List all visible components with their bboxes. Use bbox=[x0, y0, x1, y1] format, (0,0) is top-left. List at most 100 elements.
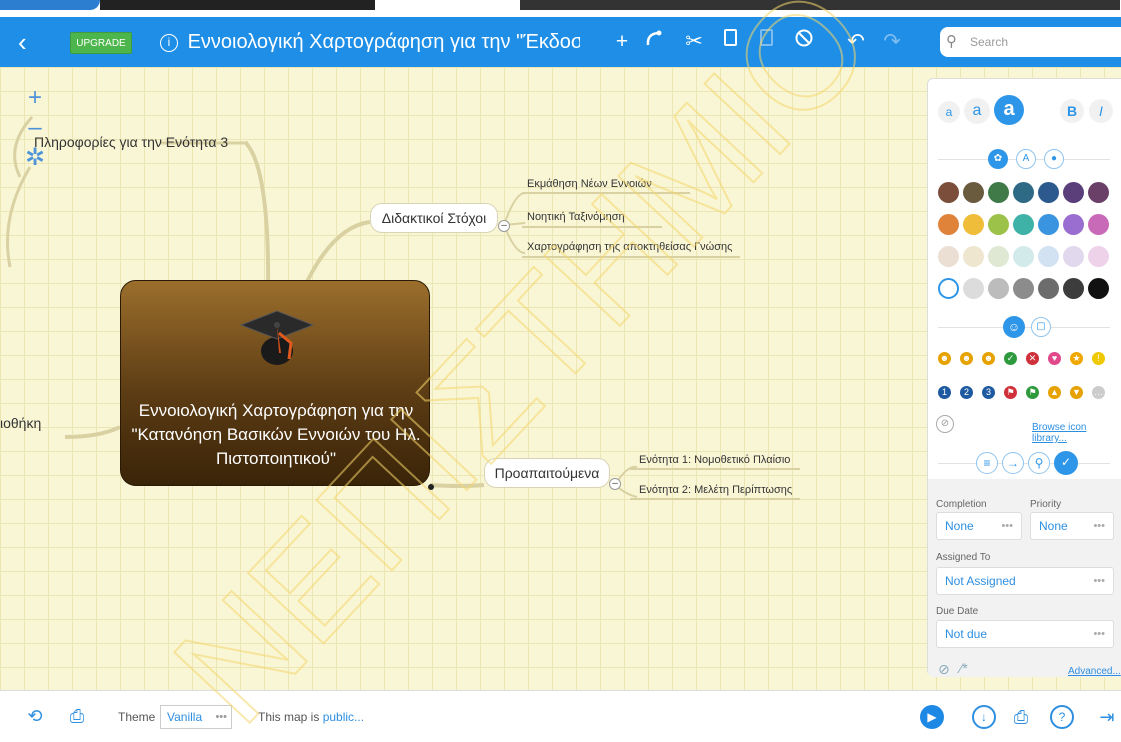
node-goal-3[interactable]: Χαρτογράφηση της αποκτηθείσας Γνώσης bbox=[527, 241, 732, 253]
map-public-link[interactable]: public... bbox=[323, 710, 364, 724]
color-swatch[interactable] bbox=[1013, 214, 1034, 235]
presentation-icon[interactable]: ⎙ bbox=[64, 703, 90, 729]
check-icon[interactable]: ✓ bbox=[1004, 352, 1017, 365]
color-swatch[interactable] bbox=[988, 182, 1009, 203]
clear-task-icon[interactable]: ⊘ bbox=[938, 661, 950, 678]
color-swatch[interactable] bbox=[1038, 182, 1059, 203]
color-swatch[interactable] bbox=[963, 278, 984, 299]
color-swatch[interactable] bbox=[1063, 182, 1084, 203]
color-swatch[interactable] bbox=[1063, 278, 1084, 299]
info-icon[interactable]: i bbox=[160, 34, 178, 52]
connect-icon[interactable] bbox=[640, 28, 668, 56]
emoji-tab-icon[interactable]: ☺ bbox=[1003, 316, 1025, 338]
task-tab-icon[interactable]: ✓ bbox=[1054, 451, 1078, 475]
history-icon[interactable]: ⟲ bbox=[22, 703, 48, 729]
browse-icon-library-link[interactable]: Browse icon library... bbox=[1032, 422, 1121, 444]
notes-tab-icon[interactable]: ≡ bbox=[976, 452, 998, 474]
heart-icon[interactable]: ♥ bbox=[1048, 352, 1061, 365]
color-swatch[interactable] bbox=[1013, 278, 1034, 299]
completion-select[interactable]: None ••• bbox=[936, 512, 1022, 540]
zoom-in-icon[interactable]: + bbox=[20, 83, 50, 113]
paste-icon[interactable] bbox=[753, 28, 781, 56]
number-3-icon[interactable]: 3 bbox=[982, 386, 995, 399]
sad-icon[interactable]: ☻ bbox=[982, 352, 995, 365]
cross-icon[interactable]: ✕ bbox=[1026, 352, 1039, 365]
number-2-icon[interactable]: 2 bbox=[960, 386, 973, 399]
assigned-select[interactable]: Not Assigned ••• bbox=[936, 567, 1114, 595]
color-swatch[interactable] bbox=[1063, 214, 1084, 235]
color-swatch[interactable] bbox=[938, 278, 959, 299]
color-swatch[interactable] bbox=[938, 214, 959, 235]
color-swatch[interactable] bbox=[988, 214, 1009, 235]
color-swatch[interactable] bbox=[1088, 246, 1109, 267]
grin-icon[interactable]: ☻ bbox=[960, 352, 973, 365]
collapse-prereq-button[interactable]: – bbox=[609, 478, 621, 490]
node-prereq-2[interactable]: Ενότητα 2: Μελέτη Περίπτωσης bbox=[639, 484, 792, 496]
priority-select[interactable]: None ••• bbox=[1030, 512, 1114, 540]
number-1-icon[interactable]: 1 bbox=[938, 386, 951, 399]
upgrade-button[interactable]: UPGRADE bbox=[70, 32, 132, 54]
node-left-bottom[interactable]: ιοθήκη bbox=[0, 415, 41, 431]
color-swatch[interactable] bbox=[1063, 246, 1084, 267]
no-icon-button[interactable]: ⊘ bbox=[936, 415, 954, 433]
bold-button[interactable]: B bbox=[1060, 99, 1084, 123]
search-input[interactable] bbox=[970, 32, 1110, 52]
advanced-link[interactable]: Advanced... bbox=[1068, 666, 1121, 677]
more-icons-icon[interactable]: … bbox=[1092, 386, 1105, 399]
attachment-tab-icon[interactable]: ⚲ bbox=[1028, 452, 1050, 474]
color-swatch[interactable] bbox=[1038, 246, 1059, 267]
italic-button[interactable]: I bbox=[1089, 99, 1113, 123]
node-teaching-goals[interactable]: Διδακτικοί Στόχοι bbox=[370, 203, 498, 233]
lightbulb-icon[interactable]: ! bbox=[1092, 352, 1105, 365]
green-flag-icon[interactable]: ⚑ bbox=[1026, 386, 1039, 399]
central-topic-node[interactable]: Εννοιολογική Χαρτογράφηση για την "Καταν… bbox=[120, 280, 430, 486]
redo-icon[interactable]: ↷ bbox=[878, 28, 906, 56]
node-prerequisites[interactable]: Προαπαιτούμενα bbox=[484, 458, 610, 488]
link-arrow-tab-icon[interactable]: → bbox=[1002, 452, 1024, 474]
color-swatch[interactable] bbox=[938, 182, 959, 203]
color-swatch[interactable] bbox=[988, 246, 1009, 267]
color-swatch[interactable] bbox=[1038, 214, 1059, 235]
node-goal-1[interactable]: Εκμάθηση Νέων Εννοιών bbox=[527, 178, 652, 190]
thumbs-up-icon[interactable]: ▲ bbox=[1048, 386, 1061, 399]
color-fill-tab-icon[interactable]: ✿ bbox=[988, 149, 1008, 169]
copy-icon[interactable] bbox=[717, 28, 745, 56]
print-icon[interactable]: ⎙ bbox=[1008, 704, 1034, 730]
cut-icon[interactable]: ✂ bbox=[680, 28, 708, 56]
collapse-goals-button[interactable]: – bbox=[498, 220, 510, 232]
star-icon[interactable]: ★ bbox=[1070, 352, 1083, 365]
node-prereq-1[interactable]: Ενότητα 1: Νομοθετικό Πλαίσιο bbox=[639, 454, 790, 466]
color-swatch[interactable] bbox=[1088, 182, 1109, 203]
download-icon[interactable]: ↓ bbox=[972, 705, 996, 729]
undo-icon[interactable]: ↶ bbox=[842, 28, 870, 56]
color-swatch[interactable] bbox=[963, 214, 984, 235]
border-color-tab-icon[interactable]: ● bbox=[1044, 149, 1064, 169]
play-icon[interactable]: ▶ bbox=[920, 705, 944, 729]
due-date-select[interactable]: Not due ••• bbox=[936, 620, 1114, 648]
node-section-info[interactable]: Πληροφορίες για την Ενότητα 3 bbox=[34, 134, 228, 150]
color-swatch[interactable] bbox=[1013, 182, 1034, 203]
node-goal-2[interactable]: Νοητική Ταξινόμηση bbox=[527, 211, 625, 223]
font-size-medium-button[interactable]: a bbox=[964, 98, 990, 124]
theme-select[interactable]: Vanilla ••• bbox=[160, 705, 232, 729]
back-icon[interactable]: ‹ bbox=[18, 27, 46, 57]
color-swatch[interactable] bbox=[988, 278, 1009, 299]
magic-wand-icon[interactable]: ⁄* bbox=[960, 660, 968, 676]
color-swatch[interactable] bbox=[1013, 246, 1034, 267]
help-icon[interactable]: ? bbox=[1050, 705, 1074, 729]
color-swatch[interactable] bbox=[938, 246, 959, 267]
font-size-small-button[interactable]: a bbox=[938, 101, 960, 123]
color-swatch[interactable] bbox=[1088, 278, 1109, 299]
color-swatch[interactable] bbox=[1038, 278, 1059, 299]
delete-icon[interactable] bbox=[790, 28, 818, 56]
color-swatch[interactable] bbox=[963, 182, 984, 203]
color-swatch[interactable] bbox=[963, 246, 984, 267]
thumbs-down-icon[interactable]: ▼ bbox=[1070, 386, 1083, 399]
smile-icon[interactable]: ☻ bbox=[938, 352, 951, 365]
color-swatch[interactable] bbox=[1088, 214, 1109, 235]
red-flag-icon[interactable]: ⚑ bbox=[1004, 386, 1017, 399]
search-box[interactable]: ⚲ bbox=[940, 27, 1121, 57]
document-title[interactable]: i Εννοιολογική Χαρτογράφηση για την "Έκδ… bbox=[160, 29, 580, 55]
add-icon[interactable]: + bbox=[608, 28, 636, 56]
image-tab-icon[interactable]: ▢ bbox=[1031, 317, 1051, 337]
